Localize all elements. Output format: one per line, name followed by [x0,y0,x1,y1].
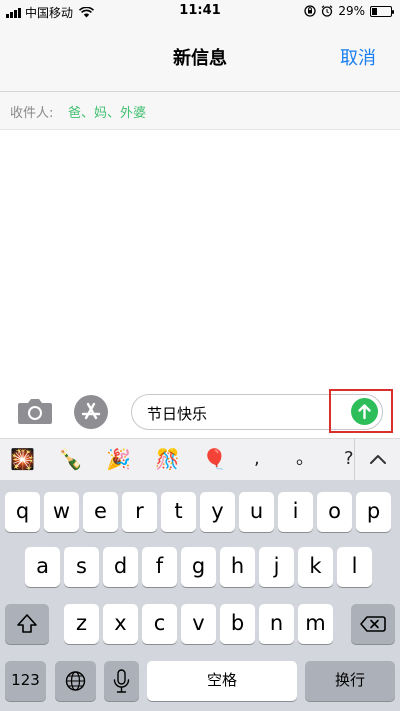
app-store-icon [81,402,101,420]
suggestion-party-popper-icon[interactable]: 🎉 [106,447,131,471]
app-store-button[interactable] [74,395,108,429]
suggestion-fireworks-icon[interactable]: 🎇 [10,447,35,471]
key-h[interactable]: h [220,547,255,587]
status-bar: 中国移动 11:41 29% [0,0,400,22]
delete-key[interactable] [351,604,395,644]
key-u[interactable]: u [239,492,274,532]
key-g[interactable]: g [181,547,216,587]
battery-icon [370,5,394,17]
globe-icon [65,671,86,691]
key-t[interactable]: t [161,492,196,532]
shift-key[interactable] [5,604,49,644]
numbers-key[interactable]: 123 [5,661,46,701]
key-n[interactable]: n [259,604,294,644]
return-key[interactable]: 换行 [305,661,395,701]
backspace-icon [360,616,386,632]
arrow-up-icon [358,404,371,420]
key-w[interactable]: w [44,492,79,532]
microphone-icon [113,669,130,693]
suggestion-champagne-icon[interactable]: 🍾 [58,447,83,471]
expand-suggestions-button[interactable] [354,439,400,481]
send-button[interactable] [351,398,378,425]
suggestion-period[interactable]: 。 [296,447,314,471]
key-z[interactable]: z [64,604,99,644]
key-f[interactable]: f [142,547,177,587]
dictation-key[interactable] [104,661,139,701]
alarm-icon [321,5,333,17]
key-q[interactable]: q [5,492,40,532]
suggestion-comma[interactable]: , [254,447,260,471]
keyboard: q w e r t y u i o p a s d f g h j k l z … [0,480,400,711]
key-y[interactable]: y [200,492,235,532]
key-b[interactable]: b [220,604,255,644]
message-input-value: 节日快乐 [147,405,208,423]
suggestion-balloon-icon[interactable]: 🎈 [202,447,227,471]
compose-bar: 节日快乐 [0,386,400,438]
recipients-names[interactable]: 爸、妈、外婆 [68,102,146,121]
key-r[interactable]: r [122,492,157,532]
key-i[interactable]: i [278,492,313,532]
recipients-field[interactable]: 收件人: 爸、妈、外婆 [0,92,400,130]
battery-fill [372,7,378,15]
suggestion-question-mark[interactable]: ? [344,447,354,471]
chevron-up-icon [370,455,386,464]
globe-key[interactable] [55,661,96,701]
recipients-label: 收件人: [10,106,54,121]
key-m[interactable]: m [298,604,333,644]
key-v[interactable]: v [181,604,216,644]
space-key[interactable]: 空格 [147,661,297,701]
key-c[interactable]: c [142,604,177,644]
suggestion-bar: 🎇 🍾 🎉 🎊 🎈 , 。 ? [0,438,400,481]
key-k[interactable]: k [298,547,333,587]
key-a[interactable]: a [25,547,60,587]
key-e[interactable]: e [83,492,118,532]
shift-icon [17,614,37,633]
key-x[interactable]: x [103,604,138,644]
rotation-lock-icon [304,5,316,17]
camera-icon[interactable] [16,396,54,426]
battery-percent: 29% [338,4,365,18]
status-right: 29% [304,4,394,18]
key-o[interactable]: o [317,492,352,532]
key-p[interactable]: p [356,492,391,532]
key-j[interactable]: j [259,547,294,587]
message-area [0,131,400,386]
key-d[interactable]: d [103,547,138,587]
key-l[interactable]: l [337,547,372,587]
suggestion-confetti-ball-icon[interactable]: 🎊 [155,447,180,471]
cancel-button[interactable]: 取消 [340,44,376,70]
key-s[interactable]: s [64,547,99,587]
nav-bar: 新信息 取消 [0,22,400,92]
